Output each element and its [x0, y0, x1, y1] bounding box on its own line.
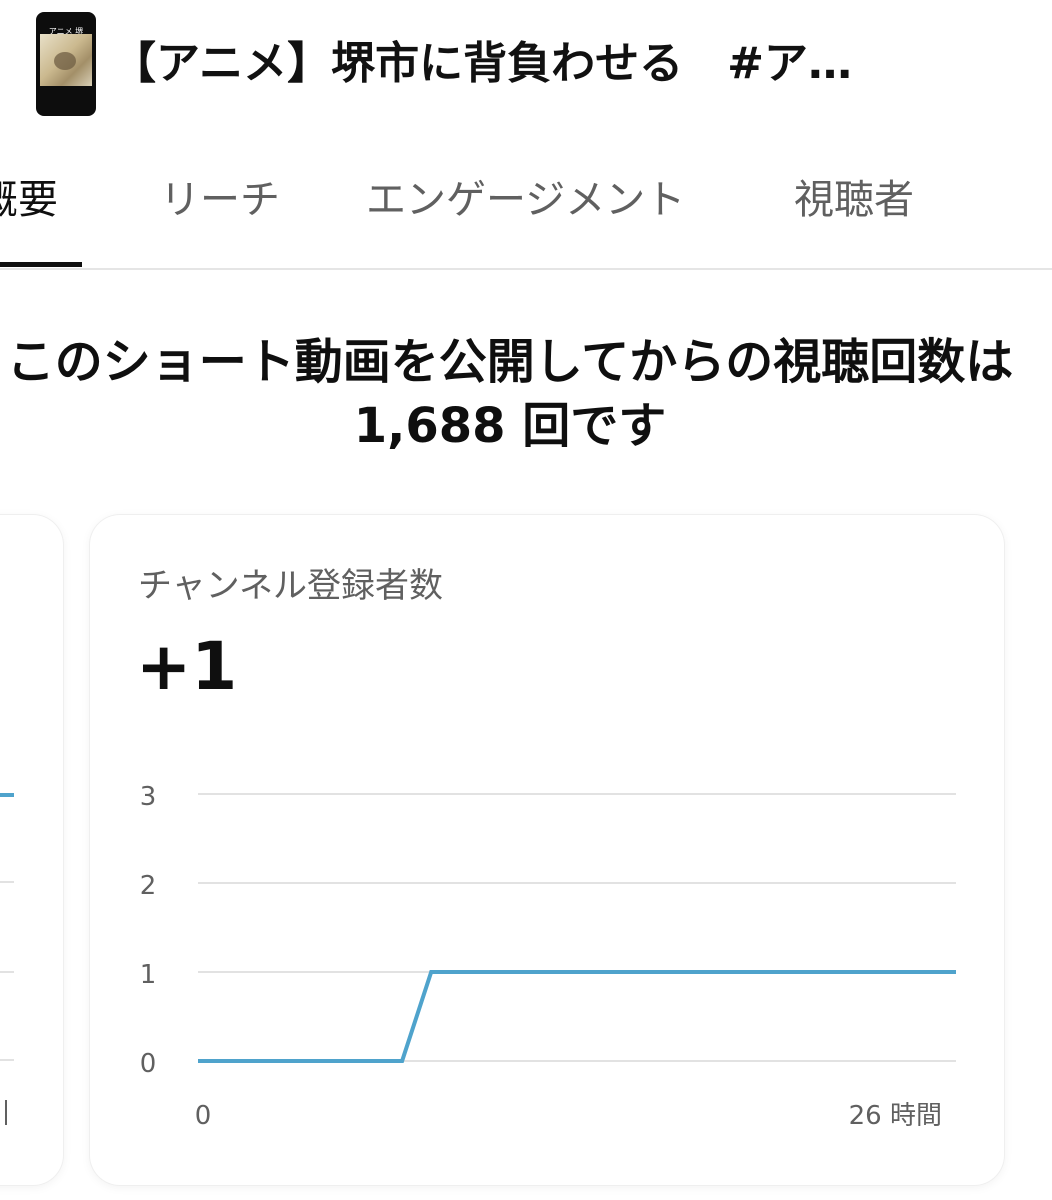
thumbnail-image — [40, 34, 92, 86]
y-tick-label: 2 — [140, 871, 157, 901]
tabs-divider — [0, 268, 1052, 270]
x-tick-label-start: 0 — [195, 1101, 212, 1131]
subscribers-card[interactable]: チャンネル登録者数 +1 0 1 2 3 0 26 時間 — [90, 515, 1004, 1185]
subscribers-chart: 0 1 2 3 0 26 時間 — [140, 782, 956, 1131]
tab-engagement[interactable]: エンゲージメント — [366, 172, 685, 228]
prev-card-chart — [0, 793, 14, 1125]
subscribers-series-line — [198, 970, 956, 1063]
tab-reach[interactable]: リーチ — [160, 172, 280, 228]
views-headline: このショート動画を公開してからの視聴回数は 1,688 回です — [6, 334, 1014, 454]
video-header: アニメ 堺 【アニメ】堺市に背負わせる #ア… — [0, 0, 1052, 130]
tab-overview[interactable]: 概要 — [0, 172, 58, 228]
video-thumbnail[interactable]: アニメ 堺 — [36, 12, 96, 116]
y-tick-label: 1 — [140, 960, 157, 990]
analytics-tabs: 概要 リーチ エンゲージメント 視聴者 — [0, 150, 1052, 270]
y-tick-label: 3 — [140, 782, 157, 812]
tab-audience[interactable]: 視聴者 — [794, 172, 914, 228]
x-tick-label-end: 26 時間 — [849, 1101, 942, 1131]
video-title: 【アニメ】堺市に背負わせる #ア… — [112, 38, 852, 89]
prev-metric-card[interactable] — [0, 515, 63, 1185]
y-tick-label: 0 — [140, 1049, 157, 1079]
active-tab-indicator — [0, 262, 82, 267]
analytics-page: アニメ 堺 【アニメ】堺市に背負わせる #ア… 概要 リーチ エンゲージメント … — [0, 0, 1052, 1200]
